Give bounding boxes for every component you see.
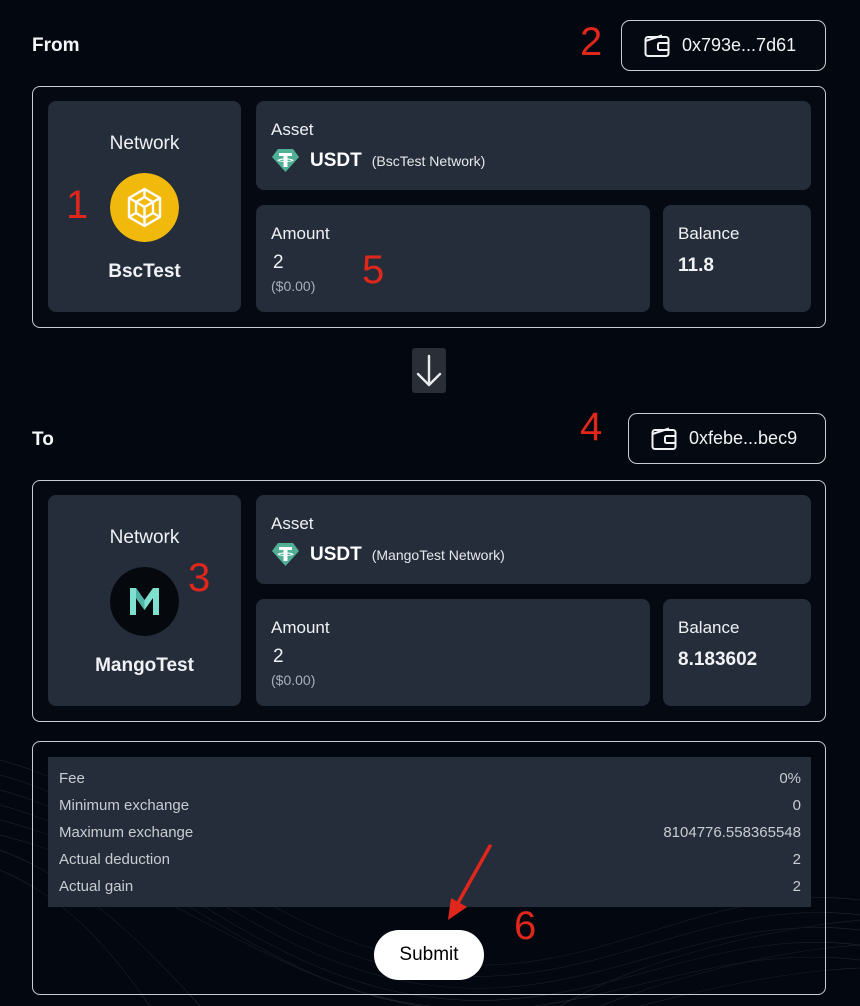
actual-deduction-value: 2 [792, 851, 801, 868]
fee-details: Fee 0% Minimum exchange 0 Maximum exchan… [48, 757, 811, 907]
to-asset-network: (MangoTest Network) [371, 546, 505, 563]
to-network-title: Network [109, 527, 180, 548]
annotation-1: 1 [66, 183, 89, 227]
bnb-logo [110, 173, 179, 242]
actual-gain-row: Actual gain 2 [59, 878, 801, 895]
to-wallet-button[interactable]: 0xfebe...bec9 [628, 413, 826, 464]
from-network-title: Network [109, 133, 180, 154]
from-amount-card[interactable]: Amount 2 ($0.00) [256, 205, 650, 312]
to-amount-usd: ($0.00) [271, 672, 316, 688]
to-asset-label: Asset [271, 514, 314, 533]
actual-gain-label: Actual gain [59, 878, 134, 895]
wallet-icon [644, 34, 670, 57]
to-amount-card[interactable]: Amount 2 ($0.00) [256, 599, 650, 706]
from-balance-card: Balance 11.8 [663, 205, 811, 312]
from-network-name: BscTest [108, 261, 181, 282]
from-asset-network: (BscTest Network) [371, 152, 486, 169]
to-label: To [32, 429, 54, 450]
from-amount-usd: ($0.00) [271, 278, 316, 294]
to-network-name: MangoTest [95, 655, 194, 676]
from-wallet-button[interactable]: 0x793e...7d61 [621, 20, 826, 71]
from-amount-input[interactable]: 2 [273, 252, 284, 274]
from-wallet-address: 0x793e...7d61 [682, 35, 797, 55]
arrow-down-icon [416, 354, 442, 386]
submit-button[interactable]: Submit [374, 930, 484, 980]
annotation-5: 5 [362, 248, 385, 292]
wallet-icon [651, 427, 677, 450]
swap-direction-button[interactable] [412, 348, 446, 393]
tether-icon [272, 149, 299, 172]
to-amount-label: Amount [271, 618, 330, 637]
maximum-exchange-value: 8104776.558365548 [663, 824, 801, 841]
annotation-3: 3 [188, 556, 211, 600]
maximum-exchange-row: Maximum exchange 8104776.558365548 [59, 824, 801, 841]
from-panel: Network BscTest Asset USDT (BscTest Netw… [32, 86, 826, 328]
to-network-selector[interactable]: Network MangoTest [48, 495, 241, 706]
to-balance-card: Balance 8.183602 [663, 599, 811, 706]
to-asset-name: USDT [310, 543, 362, 565]
from-label: From [32, 35, 80, 56]
to-amount-value: 2 [273, 646, 284, 667]
tether-icon [272, 543, 299, 566]
actual-gain-value: 2 [792, 878, 801, 895]
from-balance-label: Balance [678, 224, 740, 243]
to-wallet-address: 0xfebe...bec9 [689, 428, 798, 448]
to-panel: Network MangoTest Asset USDT (MangoTest … [32, 480, 826, 722]
annotation-2: 2 [580, 20, 603, 64]
annotation-arrow [448, 844, 492, 920]
from-asset-name: USDT [310, 149, 362, 171]
annotation-4: 4 [580, 405, 603, 449]
mango-logo [110, 567, 179, 636]
from-asset-card[interactable]: Asset USDT (BscTest Network) [256, 101, 811, 190]
minimum-exchange-row: Minimum exchange 0 [59, 797, 801, 814]
from-balance-value: 11.8 [678, 255, 714, 276]
minimum-exchange-value: 0 [792, 797, 801, 814]
to-balance-label: Balance [678, 618, 740, 637]
minimum-exchange-label: Minimum exchange [59, 797, 190, 814]
to-asset-card[interactable]: Asset USDT (MangoTest Network) [256, 495, 811, 584]
fee-row-value: 0% [779, 770, 801, 787]
fee-row-label: Fee [59, 770, 85, 787]
maximum-exchange-label: Maximum exchange [59, 824, 194, 841]
from-asset-label: Asset [271, 120, 314, 139]
annotation-6: 6 [514, 904, 537, 948]
fee-row: Fee 0% [59, 770, 801, 787]
from-amount-label: Amount [271, 224, 330, 243]
to-balance-value: 8.183602 [678, 649, 758, 670]
actual-deduction-row: Actual deduction 2 [59, 851, 801, 868]
actual-deduction-label: Actual deduction [59, 851, 170, 868]
